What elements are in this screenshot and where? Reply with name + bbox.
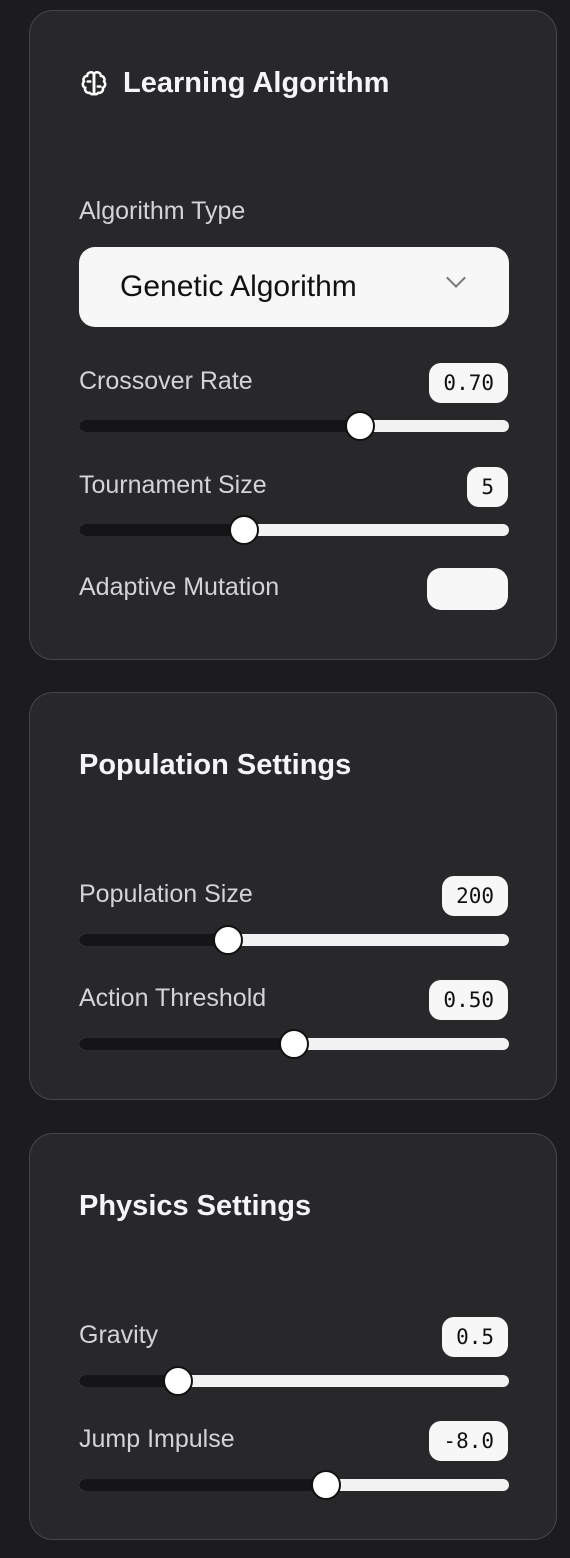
slider-thumb[interactable] — [345, 411, 375, 441]
gravity-value: 0.5 — [442, 1317, 508, 1357]
brain-icon — [81, 70, 107, 95]
slider-thumb[interactable] — [163, 1366, 193, 1396]
slider-thumb[interactable] — [279, 1029, 309, 1059]
action-threshold-slider[interactable] — [79, 1029, 509, 1059]
action-threshold-label: Action Threshold — [79, 984, 267, 1012]
chevron-down-icon — [446, 268, 466, 288]
tournament-size-slider[interactable] — [79, 515, 509, 545]
population-size-slider[interactable] — [79, 925, 509, 955]
jump-impulse-label: Jump Impulse — [79, 1425, 235, 1453]
tournament-size-value: 5 — [467, 467, 508, 507]
crossover-rate-value: 0.70 — [429, 363, 508, 403]
jump-impulse-slider[interactable] — [79, 1470, 509, 1500]
card-title: Population Settings — [79, 749, 352, 781]
slider-thumb[interactable] — [213, 925, 243, 955]
card-title: Physics Settings — [79, 1190, 312, 1222]
crossover-rate-slider[interactable] — [79, 411, 509, 441]
slider-thumb[interactable] — [229, 515, 259, 545]
adaptive-mutation-toggle[interactable] — [427, 568, 508, 610]
slider-thumb[interactable] — [311, 1470, 341, 1500]
title-text: Learning Algorithm — [123, 67, 390, 99]
learning-algorithm-card: Learning Algorithm Algorithm Type Geneti… — [29, 10, 557, 660]
jump-impulse-value: -8.0 — [429, 1421, 508, 1461]
algorithm-type-select[interactable]: Genetic Algorithm — [79, 247, 509, 327]
population-size-label: Population Size — [79, 880, 253, 908]
adaptive-mutation-label: Adaptive Mutation — [79, 573, 280, 601]
crossover-rate-label: Crossover Rate — [79, 367, 253, 395]
action-threshold-value: 0.50 — [429, 980, 508, 1020]
select-value: Genetic Algorithm — [120, 270, 357, 303]
population-settings-card: Population Settings Population Size 200 … — [29, 692, 557, 1100]
gravity-slider[interactable] — [79, 1366, 509, 1396]
tournament-size-label: Tournament Size — [79, 471, 267, 499]
gravity-label: Gravity — [79, 1321, 159, 1349]
population-size-value: 200 — [442, 876, 508, 916]
algorithm-type-label: Algorithm Type — [79, 197, 246, 225]
card-title: Learning Algorithm — [79, 67, 389, 100]
physics-settings-card: Physics Settings Gravity 0.5 Jump Impuls… — [29, 1133, 557, 1540]
